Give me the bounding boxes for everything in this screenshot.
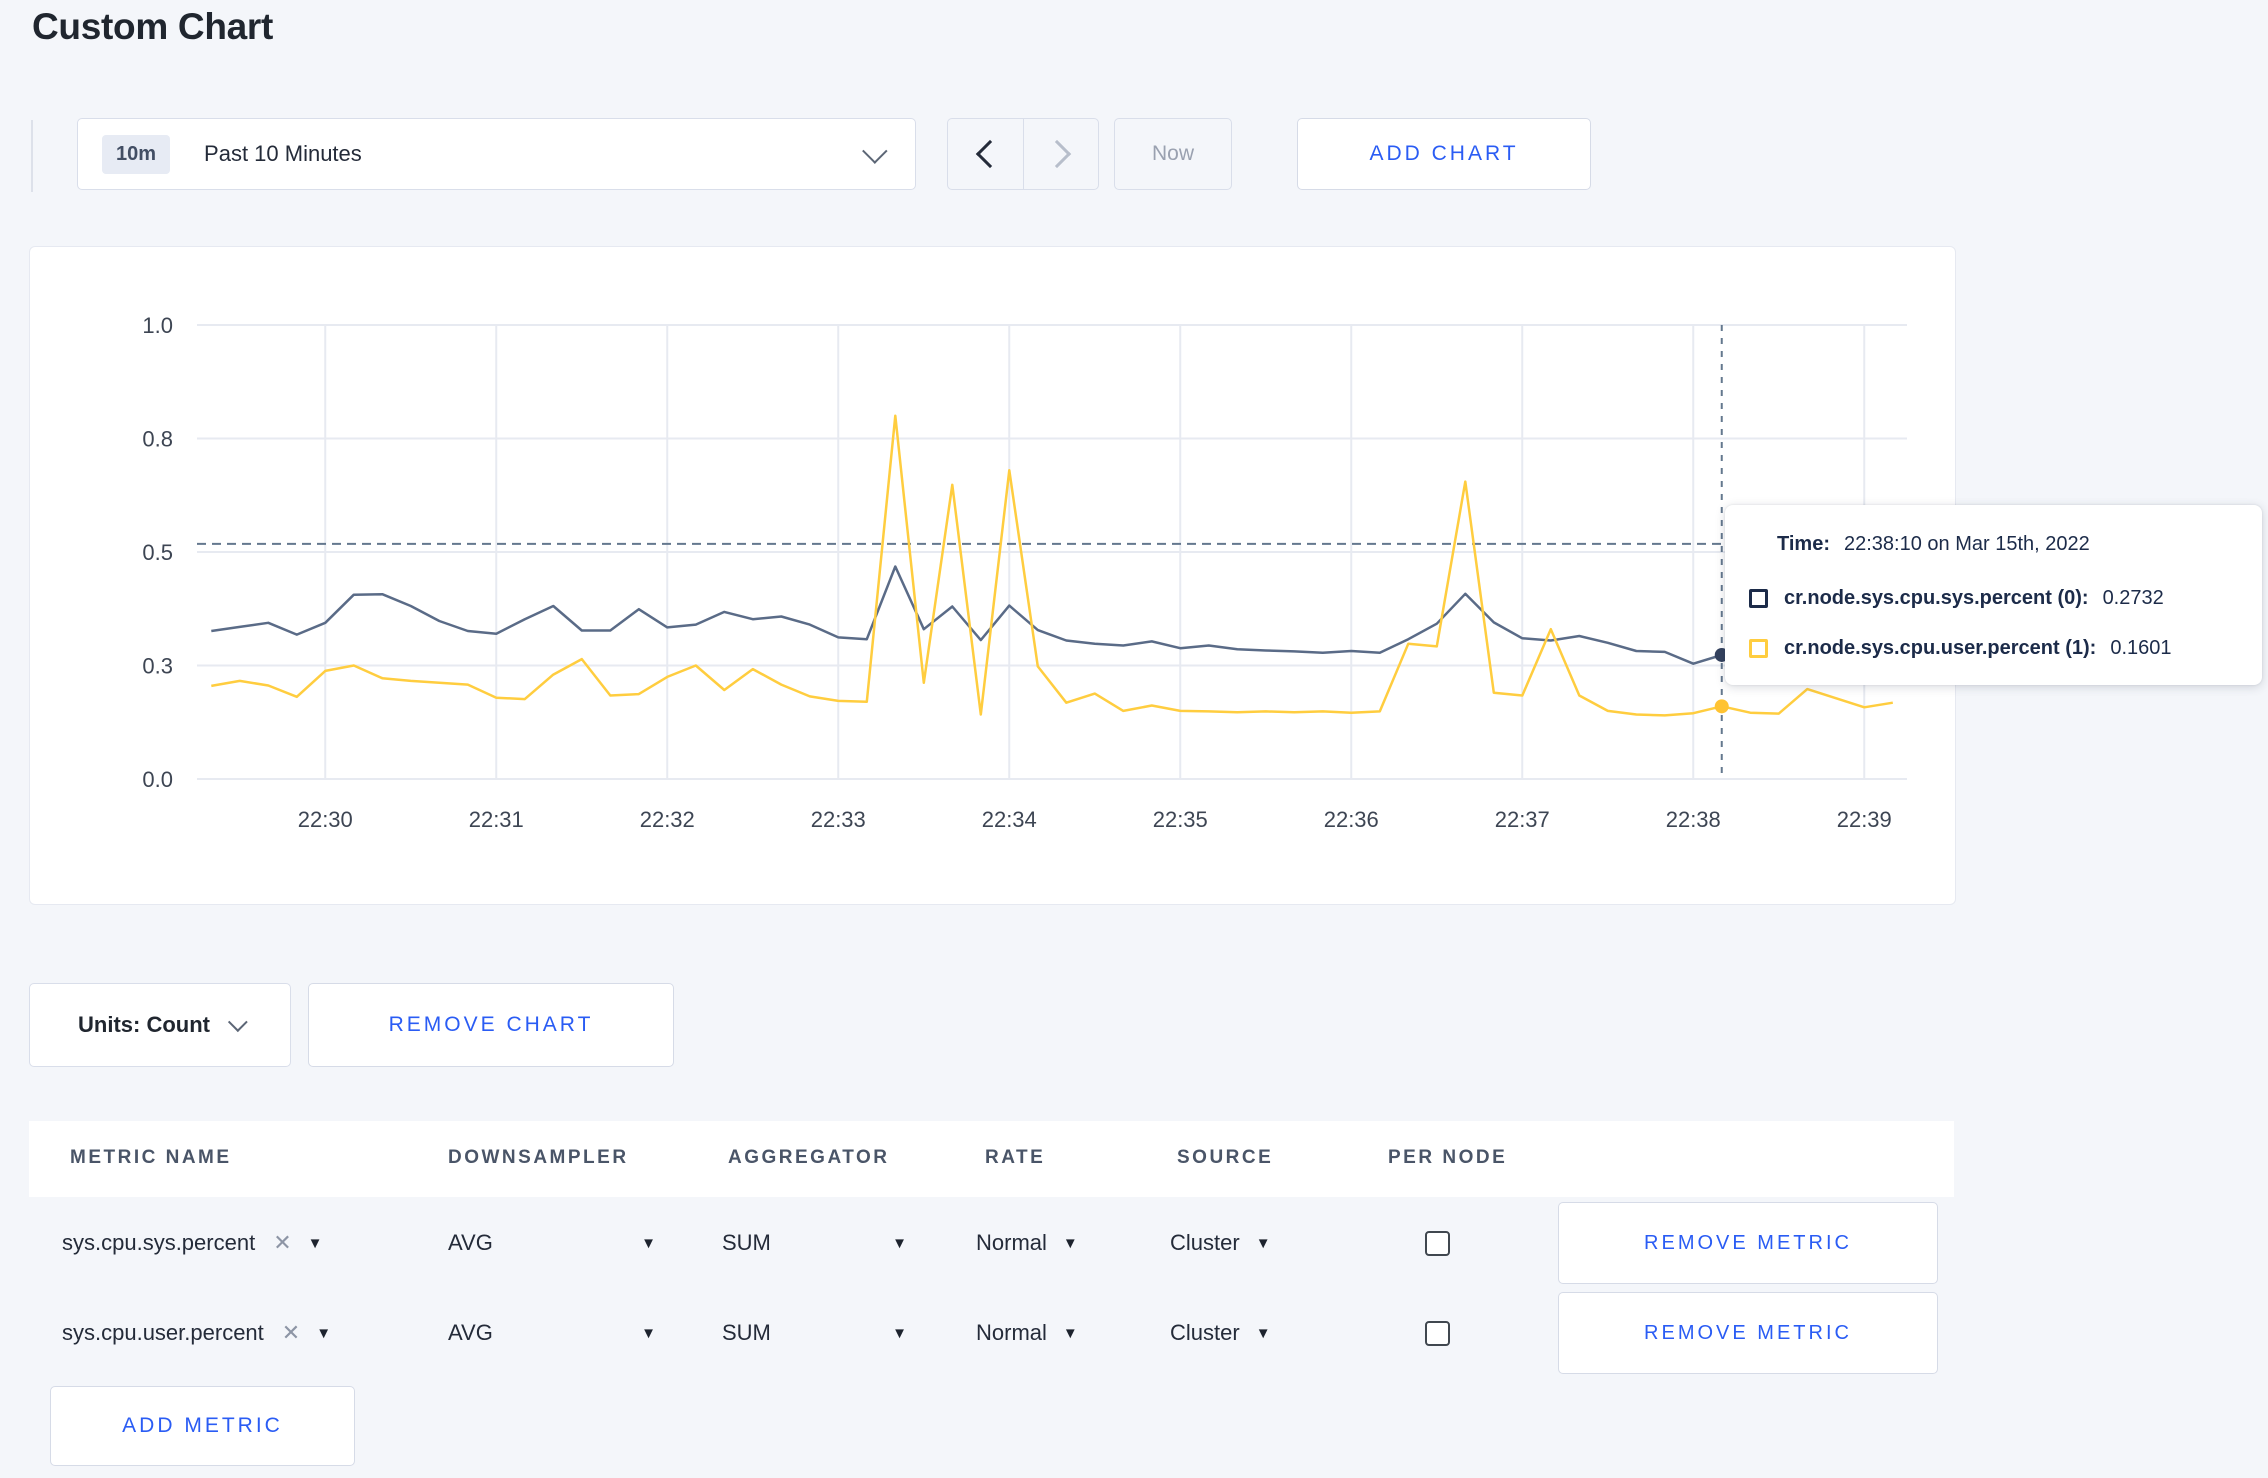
metric-name-text: sys.cpu.sys.percent <box>62 1230 256 1255</box>
add-metric-button[interactable]: ADD METRIC <box>50 1386 355 1466</box>
aggregator-value: SUM <box>722 1320 771 1345</box>
tooltip-time-value: 22:38:10 on Mar 15th, 2022 <box>1843 533 2090 555</box>
caret-down-icon: ▼ <box>1062 1234 1078 1252</box>
source-value: Cluster <box>1170 1230 1240 1255</box>
prev-range-button[interactable] <box>947 118 1023 190</box>
svg-text:22:35: 22:35 <box>1153 807 1208 832</box>
svg-text:0.3: 0.3 <box>142 654 173 679</box>
svg-text:22:31: 22:31 <box>469 807 524 832</box>
aggregator-value: SUM <box>722 1230 771 1255</box>
series-swatch-sys-icon <box>1749 589 1768 608</box>
caret-down-icon: ▼ <box>1062 1324 1078 1342</box>
svg-text:22:30: 22:30 <box>298 807 353 832</box>
chevron-right-icon <box>1042 139 1072 169</box>
custom-chart-page: { "page": { "title": "Custom Chart" }, "… <box>0 0 2268 1478</box>
time-range-picker[interactable]: 10m Past 10 Minutes <box>77 118 916 190</box>
caret-down-icon[interactable]: ▼ <box>308 1235 323 1252</box>
tooltip-series-label: cr.node.sys.cpu.user.percent (1): <box>1784 637 2097 659</box>
col-header-rate: RATE <box>985 1147 1046 1168</box>
caret-down-icon: ▼ <box>1255 1234 1271 1252</box>
svg-text:22:32: 22:32 <box>640 807 695 832</box>
tooltip-series-value: 0.1601 <box>2110 637 2172 659</box>
source-value: Cluster <box>1170 1320 1240 1345</box>
caret-down-icon: ▼ <box>641 1234 656 1252</box>
metric-name-select[interactable]: sys.cpu.sys.percent ✕ ▼ <box>62 1198 322 1288</box>
toolbar-divider <box>31 120 33 192</box>
downsampler-value: AVG <box>448 1230 493 1255</box>
chevron-down-icon <box>862 138 888 164</box>
caret-down-icon[interactable]: ▼ <box>316 1325 331 1342</box>
metric-name-select[interactable]: sys.cpu.user.percent ✕ ▼ <box>62 1288 331 1378</box>
time-pager <box>947 118 1099 190</box>
caret-down-icon: ▼ <box>892 1234 907 1252</box>
tooltip-series-label: cr.node.sys.cpu.sys.percent (0): <box>1784 587 2089 609</box>
rate-select[interactable]: Normal ▼ <box>976 1288 1078 1378</box>
downsampler-select[interactable]: AVG ▼ <box>448 1198 656 1288</box>
tooltip-time-label: Time: <box>1777 533 1830 555</box>
svg-text:22:37: 22:37 <box>1495 807 1550 832</box>
remove-metric-button[interactable]: REMOVE METRIC <box>1558 1292 1938 1374</box>
chevron-down-icon <box>227 1012 248 1033</box>
per-node-cell <box>1425 1288 1450 1378</box>
per-node-checkbox[interactable] <box>1425 1230 1450 1256</box>
units-select[interactable]: Units: Count <box>29 983 291 1067</box>
per-node-cell <box>1425 1198 1450 1288</box>
svg-text:22:36: 22:36 <box>1324 807 1379 832</box>
col-header-downsampler: DOWNSAMPLER <box>448 1147 629 1168</box>
svg-text:0.5: 0.5 <box>142 540 173 565</box>
rate-select[interactable]: Normal ▼ <box>976 1198 1078 1288</box>
svg-text:22:34: 22:34 <box>982 807 1037 832</box>
metrics-table-header: METRIC NAME DOWNSAMPLER AGGREGATOR RATE … <box>29 1121 1954 1197</box>
chevron-left-icon <box>975 139 1004 169</box>
tooltip-series-value: 0.2732 <box>2102 587 2164 609</box>
aggregator-select[interactable]: SUM ▼ <box>722 1198 907 1288</box>
caret-down-icon: ▼ <box>641 1324 656 1342</box>
add-chart-button[interactable]: ADD CHART <box>1297 118 1591 190</box>
col-header-metric-name: METRIC NAME <box>70 1147 232 1168</box>
svg-text:0.0: 0.0 <box>142 767 173 792</box>
col-header-aggregator: AGGREGATOR <box>728 1147 890 1168</box>
time-range-badge: 10m <box>102 134 171 174</box>
series-swatch-user-icon <box>1749 639 1768 658</box>
svg-text:0.8: 0.8 <box>142 427 173 452</box>
source-select[interactable]: Cluster ▼ <box>1170 1288 1271 1378</box>
remove-chart-button[interactable]: REMOVE CHART <box>308 983 674 1067</box>
svg-text:22:33: 22:33 <box>811 807 866 832</box>
downsampler-select[interactable]: AVG ▼ <box>448 1288 656 1378</box>
next-range-button[interactable] <box>1023 118 1099 190</box>
col-header-per-node: PER NODE <box>1388 1147 1508 1168</box>
now-button[interactable]: Now <box>1114 118 1232 190</box>
aggregator-select[interactable]: SUM ▼ <box>722 1288 907 1378</box>
time-range-label: Past 10 Minutes <box>204 141 362 166</box>
clear-metric-icon[interactable]: ✕ <box>273 1230 291 1256</box>
metric-name-text: sys.cpu.user.percent <box>62 1320 264 1345</box>
downsampler-value: AVG <box>448 1320 493 1345</box>
svg-text:1.0: 1.0 <box>142 313 173 338</box>
cpu-usage-chart[interactable]: 0.0 0.3 0.5 0.8 1.0 22:30 22:31 22:32 22:33 22:34… <box>30 247 1953 902</box>
col-header-source: SOURCE <box>1177 1147 1274 1168</box>
caret-down-icon: ▼ <box>1255 1324 1271 1342</box>
metric-row: sys.cpu.user.percent ✕ ▼ AVG ▼ SUM ▼ Nor… <box>29 1288 1954 1378</box>
chart-tooltip: Time: 22:38:10 on Mar 15th, 2022 cr.node… <box>1725 505 2262 685</box>
remove-metric-button[interactable]: REMOVE METRIC <box>1558 1202 1938 1284</box>
svg-text:22:38: 22:38 <box>1666 807 1721 832</box>
rate-value: Normal <box>976 1230 1047 1255</box>
page-title: Custom Chart <box>32 6 274 47</box>
svg-text:22:39: 22:39 <box>1837 807 1892 832</box>
units-label: Units: Count <box>78 1012 210 1037</box>
source-select[interactable]: Cluster ▼ <box>1170 1198 1271 1288</box>
rate-value: Normal <box>976 1320 1047 1345</box>
chart-card: 0.0 0.3 0.5 0.8 1.0 22:30 22:31 22:32 22:33 22:34… <box>29 246 1956 905</box>
metric-row: sys.cpu.sys.percent ✕ ▼ AVG ▼ SUM ▼ Norm… <box>29 1198 1954 1288</box>
per-node-checkbox[interactable] <box>1425 1320 1450 1346</box>
clear-metric-icon[interactable]: ✕ <box>282 1320 300 1346</box>
caret-down-icon: ▼ <box>892 1324 907 1342</box>
